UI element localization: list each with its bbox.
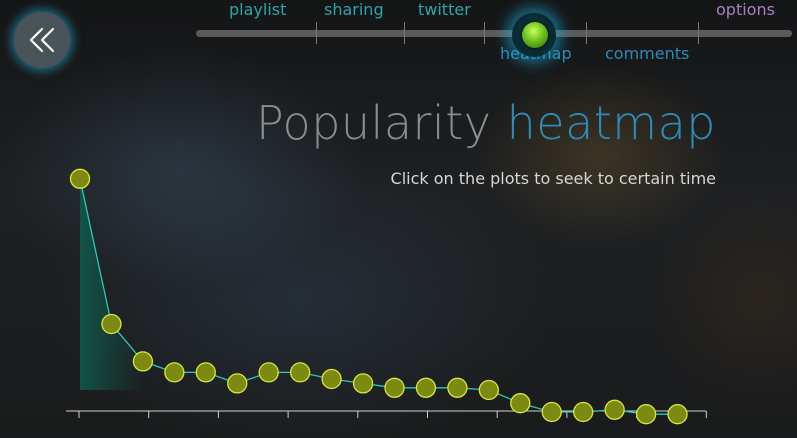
heatmap-plot-point[interactable] <box>415 377 437 398</box>
heatmap-plot-point[interactable] <box>667 404 688 425</box>
heatmap-plot-point[interactable] <box>573 401 594 423</box>
heatmap-plot-point[interactable] <box>195 362 216 383</box>
heatmap-plot-point[interactable] <box>164 362 185 383</box>
heatmap-plot-point[interactable] <box>258 362 279 383</box>
heatmap-chart[interactable] <box>0 0 797 438</box>
heatmap-plot-point[interactable] <box>321 368 342 390</box>
heatmap-plot-point[interactable] <box>132 351 154 372</box>
heatmap-plot-point[interactable] <box>510 393 531 414</box>
heatmap-plot-point[interactable] <box>604 399 625 420</box>
heatmap-plot-point[interactable] <box>384 377 405 398</box>
heatmap-plot-point[interactable] <box>69 168 91 189</box>
heatmap-plot-point[interactable] <box>478 379 500 401</box>
heatmap-plot-point[interactable] <box>635 404 657 425</box>
heatmap-plot-point[interactable] <box>352 373 374 394</box>
heatmap-plot-point[interactable] <box>289 362 311 383</box>
heatmap-plot-point[interactable] <box>227 373 248 394</box>
heatmap-plot-point[interactable] <box>447 377 468 398</box>
heatmap-plot-point[interactable] <box>541 401 562 423</box>
heatmap-plot-point[interactable] <box>101 313 122 335</box>
